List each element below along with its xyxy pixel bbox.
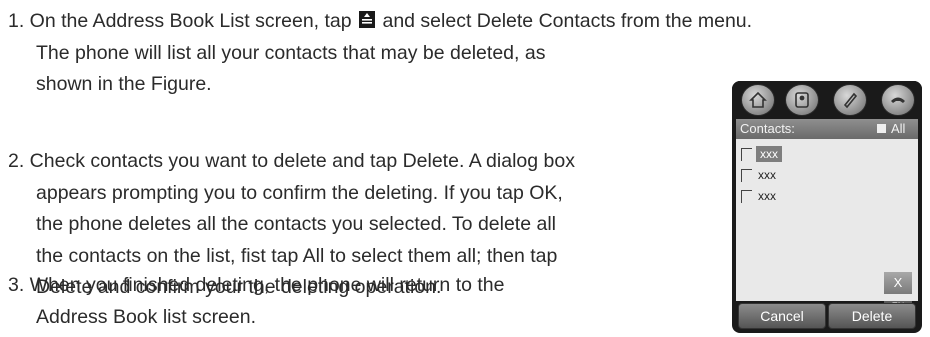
step-2-line: appears prompting you to confirm the del… <box>36 181 563 204</box>
clear-button[interactable]: X <box>884 272 912 294</box>
contact-name: xxx <box>756 146 782 162</box>
contacts-header-label: Contacts: <box>740 121 795 136</box>
step-1: 1. On the Address Book List screen, tap … <box>8 6 752 101</box>
step-2-line: the contacts on the list, fist tap All t… <box>36 244 558 267</box>
contact-name: xxx <box>758 189 776 203</box>
select-all-checkbox[interactable] <box>877 124 886 133</box>
contacts-header: Contacts: All <box>736 119 918 139</box>
contact-name: xxx <box>758 168 776 182</box>
contact-checkbox[interactable] <box>741 190 752 203</box>
step-2-line: the phone deletes all the contacts you s… <box>36 213 556 235</box>
home-icon[interactable] <box>741 84 775 116</box>
step-3: 3. When you finished deleting, the phone… <box>8 270 504 333</box>
cancel-button[interactable]: Cancel <box>738 303 826 329</box>
step-3-first-line: 3. When you finished deleting, the phone… <box>8 274 505 296</box>
step-3-line: Address Book list screen. <box>36 305 257 328</box>
step-1-lead: 1. On the Address Book List screen, tap <box>8 10 352 32</box>
phone-top-bar <box>732 81 922 117</box>
step-1-line: The phone will list all your contacts th… <box>36 41 546 64</box>
phone-screenshot: Contacts: All xxx xxx xxx X EN 中文 Cancel… <box>732 81 922 333</box>
contact-checkbox[interactable] <box>741 148 752 161</box>
step-1-line: shown in the Figure. <box>36 73 212 95</box>
select-all-label[interactable]: All <box>891 121 905 136</box>
menu-icon <box>359 11 376 28</box>
contact-list: xxx xxx xxx X EN 中文 <box>736 139 918 323</box>
pen-icon[interactable] <box>833 84 867 116</box>
delete-button[interactable]: Delete <box>828 303 916 329</box>
softkey-bar: Cancel Delete <box>736 303 918 331</box>
phone-hangup-icon[interactable] <box>881 84 915 116</box>
step-2-first-line: 2. Check contacts you want to delete and… <box>8 150 575 172</box>
contact-checkbox[interactable] <box>741 169 752 182</box>
step-1-tail: and select Delete Contacts from the menu… <box>382 10 753 32</box>
contacts-icon[interactable] <box>785 84 819 116</box>
